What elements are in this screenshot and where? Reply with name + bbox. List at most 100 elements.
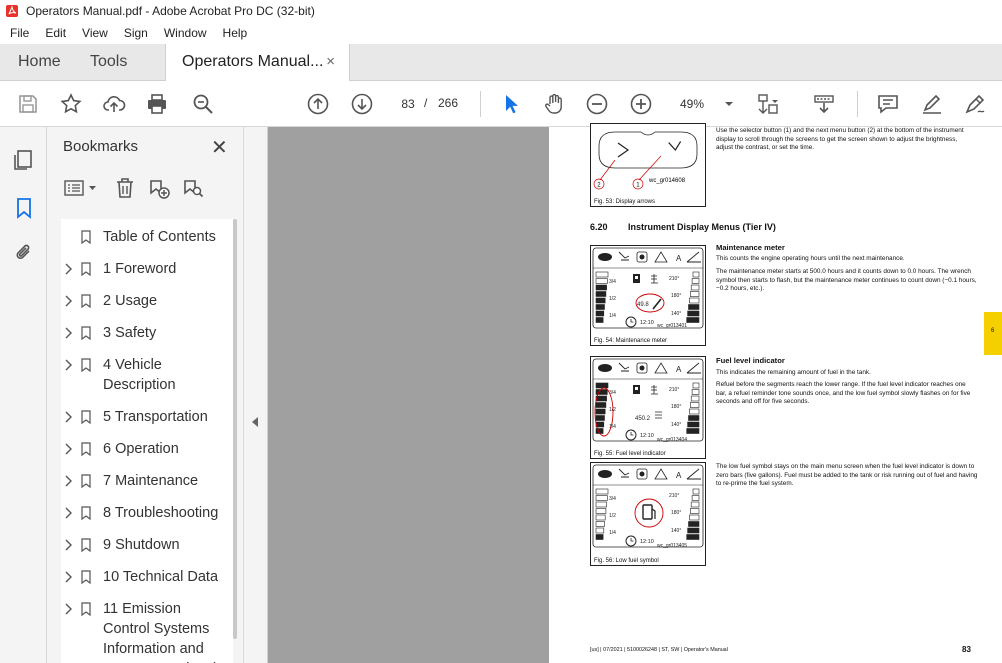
tab-document[interactable]: Operators Manual... × <box>165 44 350 82</box>
page-thumbnails-icon[interactable] <box>12 148 36 172</box>
figure-display-arrows: 2 1 wc_gr014608 Fig. 53: Display arrows <box>590 123 706 207</box>
chevron-down-icon <box>725 102 733 106</box>
star-icon[interactable] <box>57 90 85 118</box>
bookmark-item[interactable]: 11 Emission Control Systems Information … <box>61 599 231 663</box>
svg-text:A: A <box>676 365 682 374</box>
menu-edit[interactable]: Edit <box>37 26 74 40</box>
page-display-icon[interactable] <box>754 90 782 118</box>
bookmark-item[interactable]: 3 Safety <box>61 323 231 343</box>
panel-collapse-strip[interactable] <box>244 127 268 663</box>
menu-sign[interactable]: Sign <box>116 26 156 40</box>
zoom-search-icon[interactable] <box>189 90 217 118</box>
bookmark-item[interactable]: Table of Contents <box>61 227 231 247</box>
chevron-right-icon[interactable] <box>63 355 73 375</box>
svg-text:210°: 210° <box>669 276 679 282</box>
svg-text:3/4: 3/4 <box>609 496 616 502</box>
bookmarks-toolbar <box>61 174 231 204</box>
maintenance-heading: Maintenance meter <box>716 243 785 252</box>
bookmark-icon <box>81 474 91 488</box>
document-viewer[interactable]: 2 1 wc_gr014608 Fig. 53: Display arrows … <box>268 123 1002 663</box>
bookmark-item[interactable]: 9 Shutdown <box>61 535 231 555</box>
tab-close-icon[interactable]: × <box>326 44 335 80</box>
zoom-level-select[interactable]: 49% <box>672 92 738 116</box>
figure-caption: Fig. 53: Display arrows <box>594 199 656 205</box>
svg-text:1/4: 1/4 <box>609 313 616 319</box>
svg-text:140°: 140° <box>671 311 681 317</box>
chevron-right-icon[interactable] <box>63 323 73 343</box>
bookmark-item[interactable]: 1 Foreword <box>61 259 231 279</box>
options-menu-icon[interactable] <box>63 176 99 200</box>
chevron-right-icon[interactable] <box>63 599 73 619</box>
svg-text:450.2: 450.2 <box>635 416 651 422</box>
page-footer: [us] | 07/2021 | 5100026248 | ST, SW | O… <box>590 647 728 653</box>
chevron-right-icon[interactable] <box>63 567 73 587</box>
menu-file[interactable]: File <box>0 26 37 40</box>
cloud-upload-icon[interactable] <box>100 90 128 118</box>
chevron-right-icon[interactable] <box>63 535 73 555</box>
menu-window[interactable]: Window <box>156 26 215 40</box>
bookmark-item[interactable]: 5 Transportation <box>61 407 231 427</box>
toolbar-divider <box>857 91 858 117</box>
chevron-right-icon[interactable] <box>63 439 73 459</box>
comment-icon[interactable] <box>874 90 902 118</box>
save-icon[interactable] <box>14 90 42 118</box>
bookmark-label: 3 Safety <box>103 325 157 341</box>
chevron-right-icon[interactable] <box>63 291 73 311</box>
bookmark-icon <box>81 326 91 340</box>
tab-tools[interactable]: Tools <box>90 44 127 81</box>
bookmark-item[interactable]: 2 Usage <box>61 291 231 311</box>
next-page-icon[interactable] <box>348 90 376 118</box>
menu-view[interactable]: View <box>74 26 116 40</box>
svg-text:180°: 180° <box>671 293 681 299</box>
pdf-page: 2 1 wc_gr014608 Fig. 53: Display arrows … <box>549 123 1002 663</box>
display-arrows-illustration: 2 1 wc_gr014608 <box>593 131 698 190</box>
bookmark-item[interactable]: 4 Vehicle Description <box>61 355 231 395</box>
select-cursor-icon[interactable] <box>497 90 525 118</box>
highlight-pen-icon[interactable] <box>918 90 946 118</box>
figure-caption: Fig. 54: Maintenance meter <box>594 338 668 344</box>
find-bookmark-icon[interactable] <box>181 176 205 200</box>
menu-help[interactable]: Help <box>215 26 256 40</box>
bookmark-item[interactable]: 8 Troubleshooting <box>61 503 231 523</box>
chapter-number: 6 <box>991 328 995 334</box>
bookmark-label: 7 Maintenance <box>103 473 199 489</box>
tab-home[interactable]: Home <box>18 44 61 81</box>
svg-text:12:10: 12:10 <box>640 320 654 326</box>
svg-text:wc_gr013404: wc_gr013404 <box>657 437 687 443</box>
hand-tool-icon[interactable] <box>540 90 568 118</box>
zoom-out-icon[interactable] <box>583 90 611 118</box>
chevron-right-icon[interactable] <box>63 471 73 491</box>
collapse-arrow-icon[interactable] <box>252 417 258 427</box>
attachment-icon[interactable] <box>12 241 36 265</box>
sign-pen-icon[interactable] <box>961 90 989 118</box>
acrobat-app-icon <box>6 5 18 17</box>
bookmark-icon <box>81 262 91 276</box>
tab-bar: Home Tools Operators Manual... × <box>0 44 1002 82</box>
page-number-input[interactable] <box>394 92 422 116</box>
chapter-side-tab: 6 <box>984 312 1002 355</box>
svg-text:3/4: 3/4 <box>609 279 616 285</box>
chevron-right-icon[interactable] <box>63 503 73 523</box>
intro-paragraph: Use the selector button (1) and the next… <box>716 127 964 151</box>
print-icon[interactable] <box>143 90 171 118</box>
chevron-right-icon[interactable] <box>63 407 73 427</box>
zoom-in-icon[interactable] <box>627 90 655 118</box>
bookmark-item[interactable]: 7 Maintenance <box>61 471 231 491</box>
bookmark-icon <box>81 230 91 244</box>
callout-2: 2 <box>597 182 601 188</box>
close-icon[interactable]: ✕ <box>211 135 228 160</box>
previous-page-icon[interactable] <box>304 90 332 118</box>
bookmark-panel-icon[interactable] <box>12 196 36 220</box>
instrument-display-illustration: A 3/4 1/2 1/4 210° 180° 140° 49.8 12:10 wc_gr0134… <box>592 247 704 329</box>
page-separator: / <box>424 96 428 110</box>
scroll-mode-icon[interactable] <box>810 90 838 118</box>
bookmark-item[interactable]: 10 Technical Data <box>61 567 231 587</box>
bookmark-icon <box>81 294 91 308</box>
new-bookmark-icon[interactable] <box>147 176 171 200</box>
bookmarks-scrollbar[interactable] <box>233 219 237 639</box>
section-number: 6.20 <box>590 222 608 232</box>
delete-bookmark-icon[interactable] <box>113 176 137 200</box>
chevron-right-icon[interactable] <box>63 259 73 279</box>
fuel-paragraph-1: This indicates the remaining amount of f… <box>716 369 871 376</box>
bookmark-item[interactable]: 6 Operation <box>61 439 231 459</box>
